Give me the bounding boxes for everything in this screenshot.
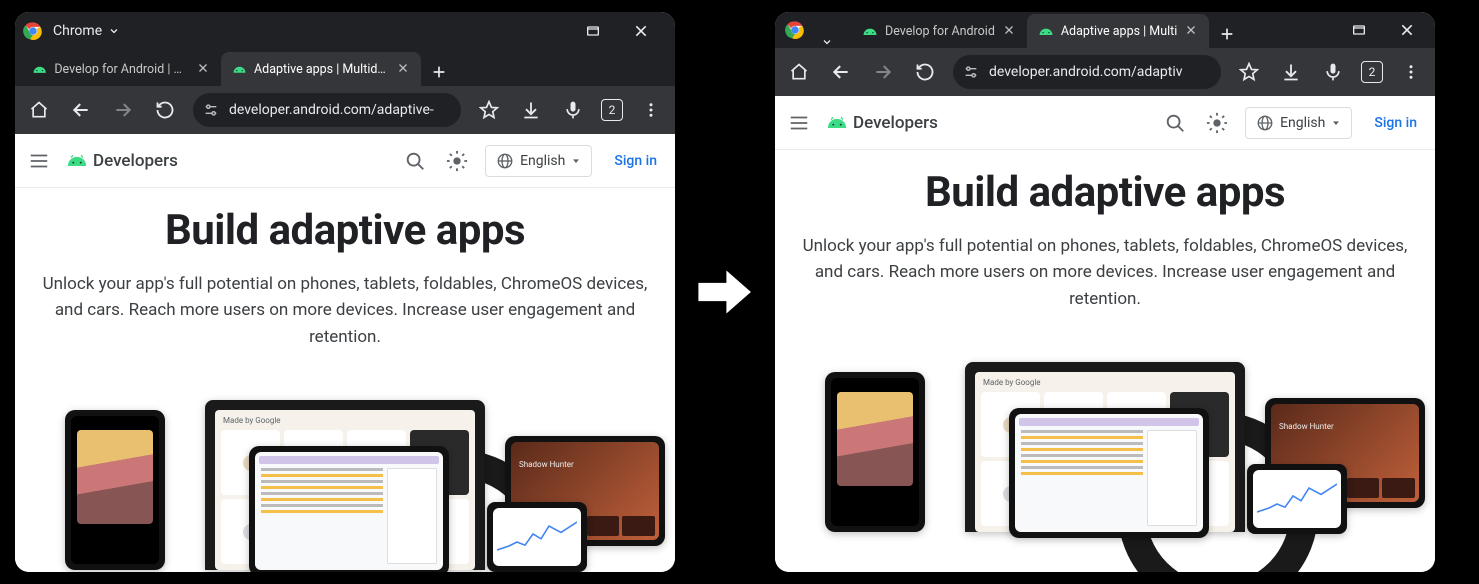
tab-develop-for-android[interactable]: Develop for Android xyxy=(851,14,1027,48)
chrome-logo-icon xyxy=(775,12,815,48)
tab-count-badge[interactable]: 2 xyxy=(601,99,623,121)
close-tab-icon[interactable] xyxy=(1003,24,1017,38)
tablet-device xyxy=(1009,408,1209,538)
tab-strip: Develop for Android | And Adaptive apps … xyxy=(15,50,675,86)
bookmark-star-icon[interactable] xyxy=(475,96,503,124)
mic-icon[interactable] xyxy=(1319,58,1347,86)
chrome-frame: Develop for Android Adaptive apps | Mult… xyxy=(775,12,1435,96)
tablet-device xyxy=(249,446,449,572)
wide-chrome-window: Develop for Android Adaptive apps | Mult… xyxy=(775,12,1435,572)
tab-adaptive-apps[interactable]: Adaptive apps | Multi xyxy=(1027,14,1209,48)
restore-window-icon[interactable] xyxy=(1345,16,1373,44)
device-collage: Made by Google Shadow Hunter xyxy=(775,332,1435,532)
forward-icon[interactable] xyxy=(109,96,137,124)
close-window-icon[interactable] xyxy=(627,17,655,45)
hamburger-menu-icon[interactable] xyxy=(785,109,813,137)
mic-icon[interactable] xyxy=(559,96,587,124)
home-icon[interactable] xyxy=(25,96,53,124)
restore-window-icon[interactable] xyxy=(579,17,607,45)
hamburger-menu-icon[interactable] xyxy=(25,147,53,175)
phone-device xyxy=(825,372,925,532)
close-tab-icon[interactable] xyxy=(197,62,211,76)
window-titlebar: Chrome xyxy=(15,12,675,50)
forward-icon[interactable] xyxy=(869,58,897,86)
chrome-frame: Chrome Develop for Android | And xyxy=(15,12,675,134)
tab-title: Develop for Android xyxy=(885,24,995,39)
menu-dots-icon[interactable] xyxy=(637,96,665,124)
brand-text: Developers xyxy=(93,151,178,171)
chevron-down-icon[interactable] xyxy=(108,25,120,37)
address-bar[interactable]: developer.android.com/adaptiv xyxy=(953,55,1221,89)
url-text: developer.android.com/adaptiv xyxy=(989,64,1211,80)
narrow-chrome-window: Chrome Develop for Android | And xyxy=(15,12,675,572)
reload-icon[interactable] xyxy=(151,96,179,124)
language-label: English xyxy=(520,153,565,169)
developers-brand[interactable]: Developers xyxy=(67,151,178,171)
car-app-title: Shadow Hunter xyxy=(1279,422,1334,431)
browser-toolbar: developer.android.com/adaptive- 2 xyxy=(15,86,675,134)
close-window-icon[interactable] xyxy=(1393,16,1421,44)
download-icon[interactable] xyxy=(1277,58,1305,86)
app-name: Chrome xyxy=(53,23,102,39)
developers-brand[interactable]: Developers xyxy=(827,113,938,133)
theme-toggle-icon[interactable] xyxy=(443,147,471,175)
theme-toggle-icon[interactable] xyxy=(1203,109,1231,137)
close-tab-icon[interactable] xyxy=(1185,24,1199,38)
page-content: Developers English Sign in Build adaptiv… xyxy=(775,96,1435,572)
site-settings-icon[interactable] xyxy=(963,64,979,80)
tab-adaptive-apps[interactable]: Adaptive apps | Multidevic xyxy=(221,52,421,86)
reload-icon[interactable] xyxy=(911,58,939,86)
back-icon[interactable] xyxy=(827,58,855,86)
brand-text: Developers xyxy=(853,113,938,133)
signin-link[interactable]: Sign in xyxy=(1366,115,1425,131)
chevron-down-icon[interactable] xyxy=(815,36,839,48)
search-icon[interactable] xyxy=(401,147,429,175)
small-phone-device xyxy=(1247,464,1347,534)
hero-body: Unlock your app's full potential on phon… xyxy=(37,271,653,350)
tab-develop-for-android[interactable]: Develop for Android | And xyxy=(21,52,221,86)
small-phone-device xyxy=(487,502,587,572)
bookmark-star-icon[interactable] xyxy=(1235,58,1263,86)
language-label: English xyxy=(1280,115,1325,131)
hero-body: Unlock your app's full potential on phon… xyxy=(797,233,1413,312)
tab-count-badge[interactable]: 2 xyxy=(1361,61,1383,83)
search-icon[interactable] xyxy=(1161,109,1189,137)
made-by-label: Made by Google xyxy=(223,416,281,425)
hero-title: Build adaptive apps xyxy=(797,168,1413,217)
hero-section: Build adaptive apps Unlock your app's fu… xyxy=(15,188,675,350)
site-settings-icon[interactable] xyxy=(203,102,219,118)
site-header: Developers English Sign in xyxy=(775,96,1435,150)
hero-section: Build adaptive apps Unlock your app's fu… xyxy=(775,150,1435,312)
transition-arrow xyxy=(675,257,775,327)
tab-title: Adaptive apps | Multidevic xyxy=(254,62,389,77)
phone-device xyxy=(65,410,165,570)
signin-link[interactable]: Sign in xyxy=(606,153,665,169)
menu-dots-icon[interactable] xyxy=(1397,58,1425,86)
made-by-label: Made by Google xyxy=(983,378,1041,387)
tab-title: Develop for Android | And xyxy=(54,62,189,77)
address-bar[interactable]: developer.android.com/adaptive- xyxy=(193,93,461,127)
language-selector[interactable]: English xyxy=(485,145,592,177)
hero-title: Build adaptive apps xyxy=(37,206,653,255)
home-icon[interactable] xyxy=(785,58,813,86)
tab-title: Adaptive apps | Multi xyxy=(1061,24,1177,39)
url-text: developer.android.com/adaptive- xyxy=(229,102,451,118)
chrome-logo-icon xyxy=(23,21,43,41)
device-collage: Made by Google Shadow Hunter xyxy=(15,370,675,570)
car-app-title: Shadow Hunter xyxy=(519,460,574,469)
site-header: Developers English Sign in xyxy=(15,134,675,188)
tab-strip: Develop for Android Adaptive apps | Mult… xyxy=(775,12,1435,48)
back-icon[interactable] xyxy=(67,96,95,124)
browser-toolbar: developer.android.com/adaptiv 2 xyxy=(775,48,1435,96)
language-selector[interactable]: English xyxy=(1245,107,1352,139)
new-tab-button[interactable] xyxy=(1213,20,1241,48)
download-icon[interactable] xyxy=(517,96,545,124)
close-tab-icon[interactable] xyxy=(397,62,411,76)
page-content: Developers English Sign in Build adaptiv… xyxy=(15,134,675,572)
new-tab-button[interactable] xyxy=(425,58,453,86)
